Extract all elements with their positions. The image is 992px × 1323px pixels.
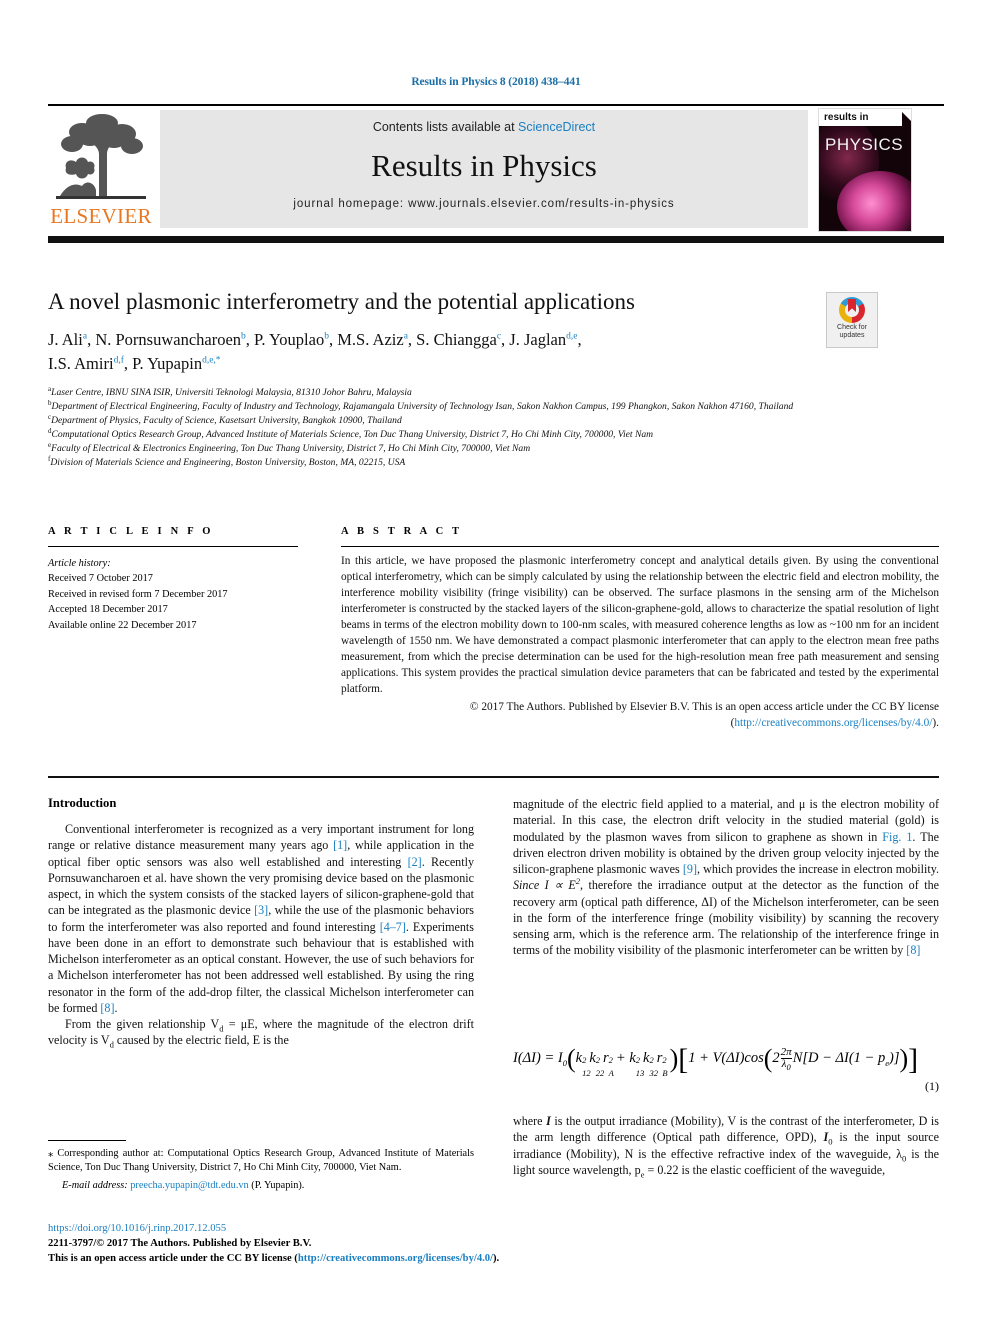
intro-paragraph-1: Conventional interferometer is recognize… [48,821,474,1016]
history-item-1: Received in revised form 7 December 2017 [48,588,228,600]
masthead-band: Contents lists available at ScienceDirec… [160,110,808,228]
affiliation-c-text: Department of Physics, Faculty of Scienc… [51,414,402,426]
affiliation-a: aLaser Centre, IBNU SINA ISIR, Universit… [48,384,412,398]
citation-ref-8[interactable]: [8] [100,1001,114,1015]
abstract-rule [341,546,939,547]
email-suffix: (P. Yupapin). [248,1180,305,1192]
right-p1-italic: Since I ∝ E [513,878,576,893]
affiliation-a-text: Laser Centre, IBNU SINA ISIR, Universiti… [51,387,412,398]
elsevier-tree-icon [52,110,150,202]
affiliation-b-text: Department of Electrical Engineering, Fa… [51,400,794,412]
journal-title: Results in Physics [371,148,597,183]
abstract-copyright-tail: ). [932,717,939,730]
cover-corner-fold [899,109,911,121]
cc-license-link[interactable]: http://creativecommons.org/licenses/by/4… [734,717,932,729]
article-history: Article history: Received 7 October 2017… [48,556,298,633]
affiliation-c: cDepartment of Physics, Faculty of Scien… [48,412,402,426]
footer-license-prefix: This is an open access article under the… [48,1253,298,1265]
article-info-header: A R T I C L E I N F O [48,526,214,537]
article-history-label: Article history: [48,558,111,569]
abstract-copyright: © 2017 The Authors. Published by Elsevie… [341,699,939,731]
journal-cover-thumbnail: results in PHYSICS [818,108,912,232]
abstract-body: In this article, we have proposed the pl… [341,553,939,731]
affiliation-d: dComputational Optics Research Group, Ad… [48,426,654,440]
right-p2-seg-e: = 0.22 is the elastic coefficient of the… [644,1162,886,1177]
right-p1-seg-c: , which provides the increase in electro… [696,862,939,877]
paper-page: Results in Physics 8 (2018) 438–441 ELSE… [0,0,992,1323]
right-paragraph-1: magnitude of the electric field applied … [513,796,939,959]
citation-ref-9[interactable]: [9] [683,862,697,876]
page-title: A novel plasmonic interferometry and the… [48,289,635,314]
footnote-rule [48,1140,126,1141]
author-line-1: J. Alia, N. Pornsuwancharoenb, P. Youpla… [48,330,582,349]
author-list: J. Alia, N. Pornsuwancharoenb, P. Youpla… [48,328,818,376]
right-p2-seg-a: where [513,1114,547,1128]
elsevier-wordmark: ELSEVIER [50,204,152,228]
history-item-0: Received 7 October 2017 [48,573,153,585]
cover-physics-label: PHYSICS [825,135,904,154]
footer-license-suffix: ). [493,1253,500,1265]
affiliation-e-text: Faculty of Electrical & Electronics Engi… [51,442,531,454]
history-item-2: Accepted 18 December 2017 [48,604,168,616]
history-item-3: Available online 22 December 2017 [48,619,197,631]
right-p1-seg-d: , therefore the irradiance output at the… [513,878,939,958]
intro-p2-seg-a: From the given relationship V [65,1017,220,1032]
running-head: Results in Physics 8 (2018) 438–441 [411,76,581,88]
column-left: Introduction Conventional interferometer… [48,796,474,1049]
footer-license-line: This is an open access article under the… [48,1251,518,1266]
intro-p1-seg-f: . [114,1000,118,1015]
contents-prefix: Contents lists available at [372,120,519,134]
equation-1: I(ΔI) = I0(k 2 12 k 2 22 r2A + k 2 13 k 2 32 r2B… [513,1043,919,1078]
equation-number: (1) [925,1079,939,1093]
right-p1-seg-a: magnitude of the electric field applied … [513,797,939,844]
corresponding-email-link[interactable]: preecha.yupapin@tdt.edu.vn [130,1180,248,1191]
affiliation-e: eFaculty of Electrical & Electronics Eng… [48,440,531,454]
abstract-bottom-rule [48,776,939,778]
affiliation-d-text: Computational Optics Research Group, Adv… [51,428,654,440]
elsevier-logo: ELSEVIER [48,108,154,232]
citation-ref-4-7[interactable]: [4–7] [380,920,406,934]
corresponding-author-note: ⁎ Corresponding author at: Computational… [48,1147,474,1175]
affiliation-b: bDepartment of Electrical Engineering, F… [48,398,794,412]
crossmark-line-2: updates [839,332,865,340]
affiliations: aLaser Centre, IBNU SINA ISIR, Universit… [48,384,938,469]
crossmark-book-shape [848,299,856,312]
doi-link[interactable]: https://doi.org/10.1016/j.rinp.2017.12.0… [48,1223,226,1234]
crossmark-line-1: Check for [837,324,867,331]
corresponding-author-text: Corresponding author at: Computational O… [48,1148,474,1174]
citation-ref-3[interactable]: [3] [254,903,268,917]
issn-copyright-line: 2211-3797/© 2017 The Authors. Published … [48,1238,312,1250]
citation-ref-2[interactable]: [2] [408,855,422,869]
masthead-top-rule [48,104,944,106]
affiliation-f-text: Division of Materials Science and Engine… [50,456,406,468]
article-info-rule [48,546,298,547]
journal-homepage: journal homepage: www.journals.elsevier.… [293,198,675,210]
citation-ref-8-second[interactable]: [8] [906,943,920,957]
footer-license-link[interactable]: http://creativecommons.org/licenses/by/4… [298,1253,493,1264]
intro-p2-seg-c: caused by the electric field, E is the [113,1033,289,1048]
figure-1-link[interactable]: Fig. 1 [882,830,912,844]
footnote-block: ⁎ Corresponding author at: Computational… [48,1147,474,1194]
column-right-lower: where I is the output irradiance (Mobili… [513,1113,939,1179]
page-footer: https://doi.org/10.1016/j.rinp.2017.12.0… [48,1221,518,1266]
sciencedirect-link[interactable]: ScienceDirect [518,120,595,134]
masthead-bottom-rule [48,236,944,243]
column-right: magnitude of the electric field applied … [513,796,939,959]
cover-results-in-label: results in [819,109,902,126]
abstract-text: In this article, we have proposed the pl… [341,555,939,696]
intro-paragraph-2: From the given relationship Vd = μE, whe… [48,1016,474,1049]
right-paragraph-2: where I is the output irradiance (Mobili… [513,1113,939,1179]
citation-ref-1[interactable]: [1] [333,838,347,852]
abstract-header: A B S T R A C T [341,526,463,537]
doi-line: https://doi.org/10.1016/j.rinp.2017.12.0… [48,1221,518,1236]
email-note: E-mail address: preecha.yupapin@tdt.edu.… [48,1179,474,1193]
section-heading-introduction: Introduction [48,796,117,810]
crossmark-icon [839,297,865,323]
contents-available-line: Contents lists available at ScienceDirec… [160,120,808,134]
author-line-2: I.S. Amirid,f, P. Yupapind,e,* [48,353,221,373]
affiliation-f: fDivision of Materials Science and Engin… [48,454,406,468]
crossmark-badge[interactable]: Check for updates [826,292,878,348]
email-label: E-mail address: [62,1180,128,1192]
